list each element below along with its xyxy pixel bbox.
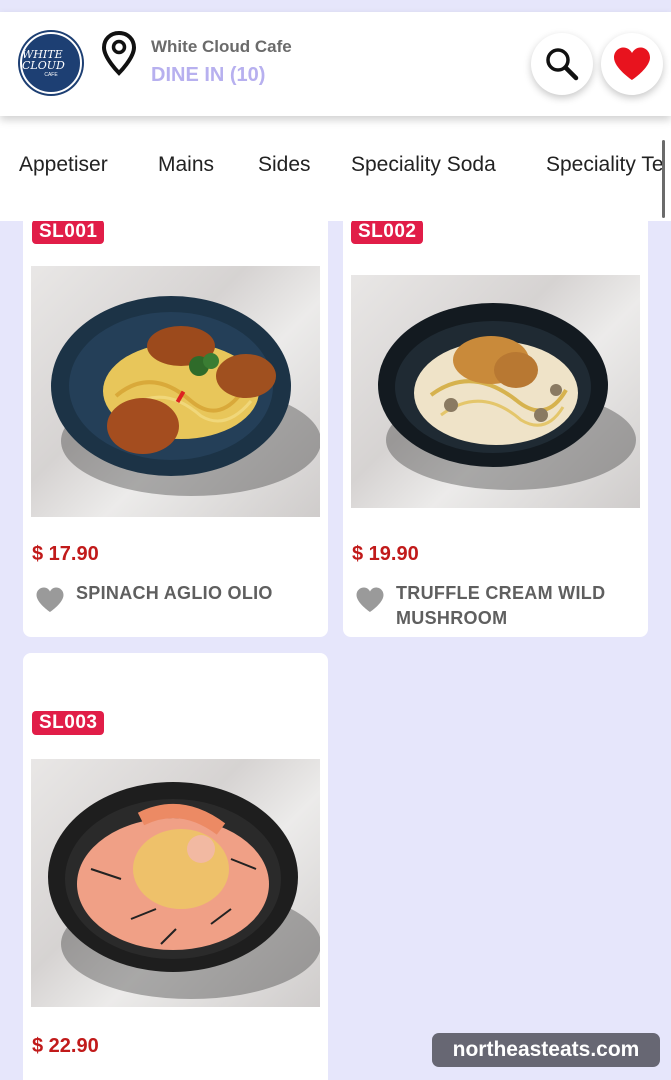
tab-speciality-soda[interactable]: Speciality Soda xyxy=(351,153,496,177)
dish-photo[interactable] xyxy=(351,275,640,508)
menu-item-card[interactable]: SL002 $ 19.90 TRUFFLE CREAM WILD MUSHROO… xyxy=(343,200,648,637)
dine-in-table[interactable]: DINE IN (10) xyxy=(151,64,265,87)
tab-sides[interactable]: Sides xyxy=(258,153,311,177)
favorite-heart-icon[interactable] xyxy=(355,586,385,614)
tab-mains[interactable]: Mains xyxy=(158,153,214,177)
watermark: northeasteats.com xyxy=(432,1033,660,1067)
item-name-line2: MUSHROOM xyxy=(396,608,508,628)
item-price: $ 22.90 xyxy=(32,1035,99,1057)
tab-appetiser[interactable]: Appetiser xyxy=(19,153,108,177)
favorite-heart-icon[interactable] xyxy=(35,586,65,614)
logo-text: WHITE CLOUD xyxy=(22,47,65,72)
location-pin-icon xyxy=(101,30,137,76)
favorites-button[interactable] xyxy=(601,33,663,95)
cafe-logo[interactable]: WHITE CLOUD CAFE xyxy=(20,32,82,94)
item-name-line1: TRUFFLE CREAM WILD xyxy=(396,583,606,603)
app-header: WHITE CLOUD CAFE White Cloud Cafe DINE I… xyxy=(0,12,671,116)
logo-subtext: CAFE xyxy=(44,71,58,78)
dish-image xyxy=(378,303,636,490)
item-price: $ 19.90 xyxy=(352,543,419,565)
item-code-badge: SL001 xyxy=(32,220,105,244)
item-name: TRUFFLE CREAM WILD MUSHROOM xyxy=(396,581,605,631)
dish-image xyxy=(51,296,320,496)
search-icon xyxy=(546,48,579,81)
cafe-name: White Cloud Cafe xyxy=(151,37,292,56)
dish-image xyxy=(48,782,320,999)
dish-photo[interactable] xyxy=(31,266,320,517)
item-price: $ 17.90 xyxy=(32,543,99,565)
category-tabs: Appetiser Mains Sides Speciality Soda Sp… xyxy=(0,116,671,221)
item-code-badge: SL003 xyxy=(32,711,105,735)
heart-icon xyxy=(614,47,650,80)
item-name: SPINACH AGLIO OLIO xyxy=(76,581,273,606)
item-name-line1: SPINACH AGLIO OLIO xyxy=(76,583,273,603)
scrollbar[interactable] xyxy=(662,140,665,218)
tab-speciality-tea[interactable]: Speciality Te xyxy=(546,153,664,177)
dish-photo[interactable] xyxy=(31,759,320,1007)
search-button[interactable] xyxy=(531,33,593,95)
menu-item-card[interactable]: SL001 $ 17.90 SPINACH AGLIO OLIO xyxy=(23,200,328,637)
item-code-badge: SL002 xyxy=(351,220,424,244)
menu-item-card[interactable]: SL003 $ 22.90 xyxy=(23,653,328,1080)
